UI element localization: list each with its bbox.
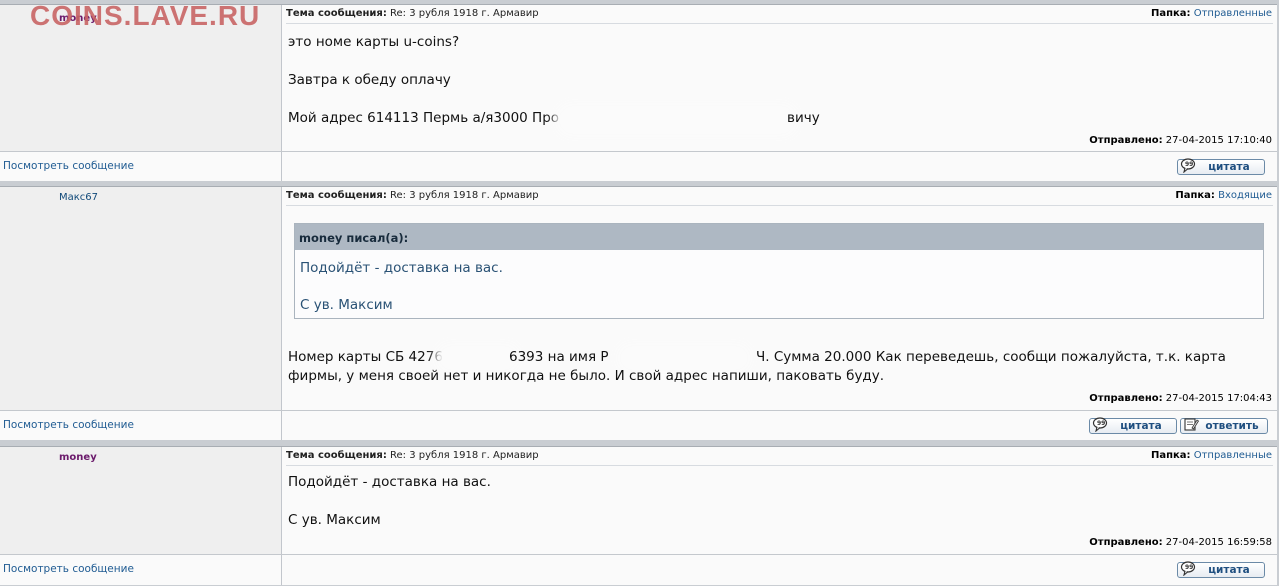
post-2-line-1-part-1: Номер карты СБ 4276 [288, 349, 443, 365]
svg-text:99: 99 [1185, 161, 1193, 168]
post-1-sent: Отправлено: 27-04-2015 17:10:40 [1089, 135, 1272, 146]
post-2-view-cell: Посмотреть сообщение [0, 411, 282, 440]
post-3-line-2: С ув. Максим [288, 512, 381, 528]
quote-button-label: цитата [1120, 420, 1162, 432]
subject-label: Тема сообщения: [286, 8, 387, 19]
post-2-quote-button[interactable]: 99 цитата [1089, 417, 1177, 434]
post-2-author[interactable]: Макс67 [59, 192, 98, 203]
speech-bubble-icon: 99 [1180, 561, 1196, 576]
post-1-line-2: Завтра к обеду оплачу [288, 72, 451, 88]
post-1-subject: Тема сообщения: Re: 3 рубля 1918 г. Арма… [286, 8, 539, 19]
post-1-separator [286, 23, 1273, 24]
speech-bubble-icon: 99 [1180, 158, 1196, 173]
post-3-subject: Тема сообщения: Re: 3 рубля 1918 г. Арма… [286, 450, 539, 461]
post-2-line-1-part-2: 6393 на имя Р [509, 349, 609, 365]
subject-label: Тема сообщения: [286, 190, 387, 201]
post-1-author[interactable]: money [59, 13, 97, 24]
post-1-line-3: Мой адрес 614113 Пермь а/я3000 Про [288, 110, 560, 126]
post-2-folder-link[interactable]: Входящие [1218, 190, 1272, 201]
post-2-subject-text: Re: 3 рубля 1918 г. Армавир [390, 190, 539, 201]
post-2-sent-date: 27-04-2015 17:04:43 [1165, 393, 1272, 404]
post-3: money Тема сообщения: Re: 3 рубля 1918 г… [0, 446, 1277, 555]
post-2-separator [286, 205, 1273, 206]
post-1: money Тема сообщения: Re: 3 рубля 1918 г… [0, 4, 1277, 152]
subject-label: Тема сообщения: [286, 450, 387, 461]
post-1-line-4: вичу [787, 110, 820, 126]
post-3-message-cell: Тема сообщения: Re: 3 рубля 1918 г. Арма… [282, 447, 1277, 555]
post-3-author[interactable]: money [59, 452, 97, 463]
post-1-author-cell: money [0, 5, 282, 152]
post-3-view-message-link[interactable]: Посмотреть сообщение [3, 563, 134, 575]
quote-box: money писал(а): Подойдёт - доставка на в… [294, 223, 1264, 319]
post-2-reply-button[interactable]: ответить [1180, 418, 1268, 434]
post-2-view-message-link[interactable]: Посмотреть сообщение [3, 419, 134, 431]
folder-label: Папка: [1175, 190, 1215, 201]
post-2-sent: Отправлено: 27-04-2015 17:04:43 [1089, 393, 1272, 404]
post-1-folder: Папка: Отправленные [1151, 8, 1272, 19]
post-1-quote-button[interactable]: 99 цитата [1177, 158, 1265, 175]
page: COINS.LAVE.RU money Тема сообщения: Re: … [0, 0, 1279, 586]
quote-button-label: цитата [1208, 161, 1250, 173]
quote-header: money писал(а): [295, 224, 1263, 250]
quote-author: money писал(а): [299, 231, 409, 245]
post-3-main: money Тема сообщения: Re: 3 рубля 1918 г… [0, 447, 1277, 555]
post-2-line-1-part-3: Ч. Сумма 20.000 Как переведешь, сообщи п… [756, 349, 1226, 365]
pencil-note-icon [1184, 418, 1199, 431]
post-1-view-message-link[interactable]: Посмотреть сообщение [3, 160, 134, 172]
post-3-quote-button[interactable]: 99 цитата [1177, 561, 1265, 578]
post-1-sent-date: 27-04-2015 17:10:40 [1165, 135, 1272, 146]
post-2-main: Макс67 Тема сообщения: Re: 3 рубля 1918 … [0, 187, 1277, 411]
post-3-sent: Отправлено: 27-04-2015 16:59:58 [1089, 537, 1272, 548]
sent-label: Отправлено: [1089, 393, 1163, 404]
post-2-author-cell: Макс67 [0, 187, 282, 411]
folder-label: Папка: [1150, 450, 1191, 461]
post-1-view-cell: Посмотреть сообщение [0, 152, 282, 181]
post-divider-2 [0, 440, 1277, 445]
post-3-folder-link[interactable]: Отправленные [1194, 450, 1272, 461]
post-2-redaction-2 [623, 349, 745, 367]
svg-text:99: 99 [1185, 564, 1193, 571]
folder-label: Папка: [1150, 8, 1191, 19]
sent-label: Отправлено: [1089, 537, 1163, 548]
post-1-main: money Тема сообщения: Re: 3 рубля 1918 г… [0, 5, 1277, 152]
post-2-message-cell: Тема сообщения: Re: 3 рубля 1918 г. Арма… [282, 187, 1277, 411]
post-3-line-1: Подойдёт - доставка на вас. [288, 474, 491, 490]
post-3-separator [286, 465, 1273, 466]
post-2-redaction-1 [442, 349, 514, 367]
quote-line-1: Подойдёт - доставка на вас. [300, 260, 503, 276]
post-2-folder: Папка: Входящие [1175, 190, 1272, 201]
post-3-folder: Папка: Отправленные [1151, 450, 1272, 461]
quote-line-2: С ув. Максим [300, 297, 393, 313]
post-3-view-cell: Посмотреть сообщение [0, 555, 282, 585]
post-2: Макс67 Тема сообщения: Re: 3 рубля 1918 … [0, 186, 1277, 411]
post-2-line-2: фирмы, у меня своей нет и никогда не был… [288, 368, 885, 384]
post-1-folder-link[interactable]: Отправленные [1194, 8, 1272, 19]
post-1-actions: Посмотреть сообщение 99 цитата [0, 151, 1277, 181]
sent-label: Отправлено: [1089, 135, 1163, 146]
post-1-message-cell: Тема сообщения: Re: 3 рубля 1918 г. Арма… [282, 5, 1277, 152]
post-1-line-1: это номе карты u-coins? [288, 34, 460, 50]
post-3-subject-text: Re: 3 рубля 1918 г. Армавир [390, 450, 539, 461]
svg-text:99: 99 [1097, 420, 1105, 427]
post-2-actions: Посмотреть сообщение 99 цитата ответить [0, 410, 1277, 440]
speech-bubble-icon: 99 [1092, 417, 1108, 432]
post-3-sent-date: 27-04-2015 16:59:58 [1165, 537, 1272, 548]
post-1-redaction [562, 109, 792, 131]
post-2-subject: Тема сообщения: Re: 3 рубля 1918 г. Арма… [286, 190, 539, 201]
post-3-actions: Посмотреть сообщение 99 цитата [0, 554, 1277, 585]
post-1-subject-text: Re: 3 рубля 1918 г. Армавир [390, 8, 539, 19]
post-3-author-cell: money [0, 447, 282, 555]
reply-button-label: ответить [1205, 420, 1259, 432]
quote-button-label: цитата [1208, 564, 1250, 576]
